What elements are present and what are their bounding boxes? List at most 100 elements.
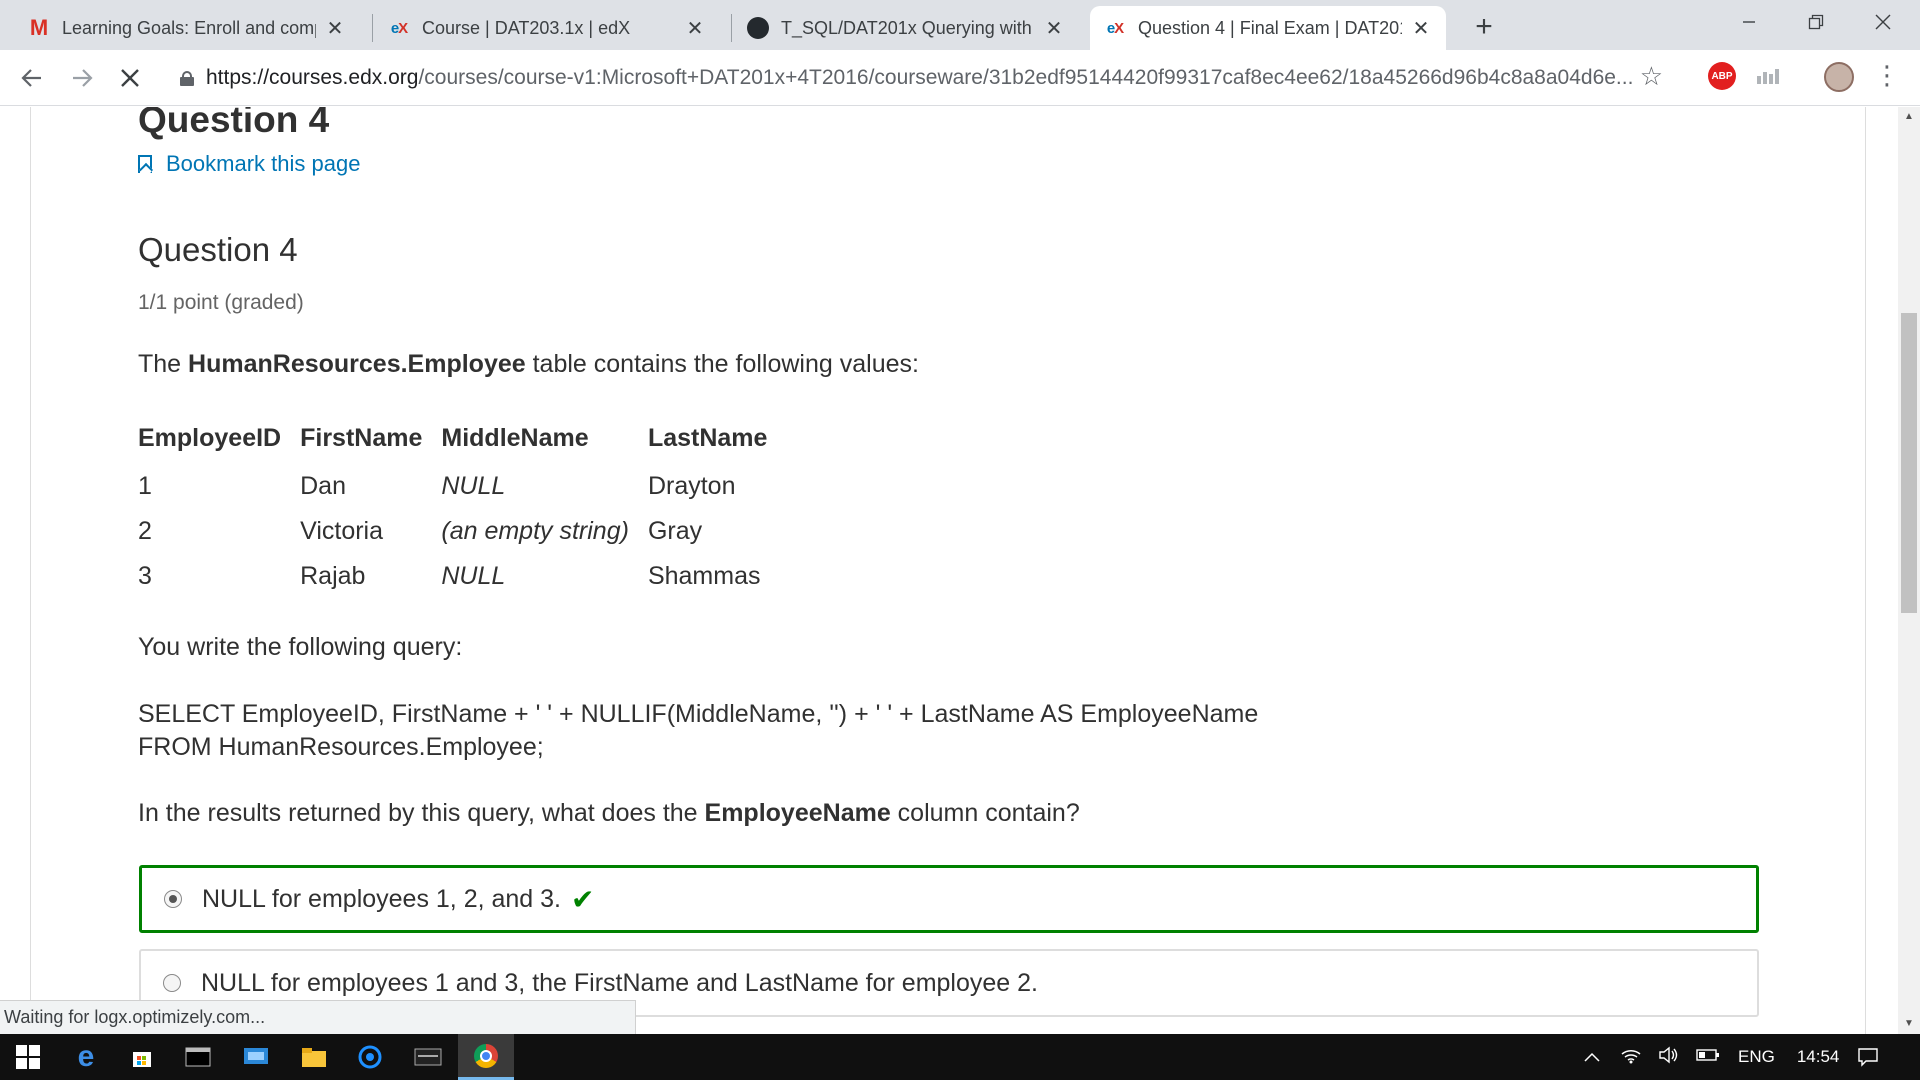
- table-cell: Victoria: [300, 517, 384, 545]
- close-tab-icon[interactable]: ✕: [684, 16, 706, 41]
- taskbar-chrome[interactable]: [458, 1034, 514, 1080]
- table-cell: NULL: [441, 562, 506, 590]
- extension-icon[interactable]: [1755, 66, 1781, 86]
- query-intro: You write the following query:: [138, 633, 463, 661]
- tab-github[interactable]: T_SQL/DAT201x Querying with Tr ✕: [733, 6, 1079, 50]
- tab-divider: [731, 14, 732, 42]
- unit-title: Question 4: [138, 107, 330, 140]
- stop-icon: [121, 69, 139, 87]
- problem-progress: 1/1 point (graded): [138, 291, 304, 314]
- tab-course[interactable]: eX Course | DAT203.1x | edX ✕: [374, 6, 720, 50]
- employee-table: EmployeeID FirstName MiddleName LastName…: [138, 412, 786, 599]
- start-button[interactable]: [0, 1034, 56, 1080]
- close-window-button[interactable]: [1850, 0, 1916, 44]
- tab-divider: [372, 14, 373, 42]
- table-cell: Drayton: [647, 472, 736, 500]
- lock-icon: [180, 71, 194, 86]
- tab-strip: M Learning Goals: Enroll and compl ✕ eX …: [0, 0, 1920, 50]
- column-header: FirstName: [300, 423, 423, 452]
- action-center-button[interactable]: [1842, 1034, 1894, 1080]
- github-icon: [747, 17, 769, 39]
- scroll-up-arrow-icon[interactable]: ▲: [1898, 107, 1920, 127]
- scroll-down-arrow-icon[interactable]: ▼: [1898, 1014, 1920, 1034]
- table-header-row: EmployeeID FirstName MiddleName LastName: [138, 412, 786, 464]
- table-cell: Shammas: [647, 562, 761, 590]
- taskbar-store[interactable]: [114, 1034, 170, 1080]
- table-cell: Gray: [647, 517, 703, 545]
- adblock-plus-icon[interactable]: ABP: [1708, 62, 1736, 90]
- table-cell: 2: [138, 517, 152, 545]
- stop-loading-button[interactable]: [112, 60, 148, 96]
- query-line: SELECT EmployeeID, FirstName + ' ' + NUL…: [138, 700, 1259, 728]
- restore-button[interactable]: [1783, 0, 1849, 44]
- profile-avatar[interactable]: [1824, 62, 1854, 92]
- tab-question-4[interactable]: eX Question 4 | Final Exam | DAT201 ✕: [1090, 6, 1446, 50]
- close-tab-icon[interactable]: ✕: [1410, 16, 1432, 41]
- new-tab-button[interactable]: +: [1466, 10, 1502, 46]
- gmail-icon: M: [29, 15, 49, 40]
- taskbar-file-explorer[interactable]: [286, 1034, 342, 1080]
- column-header: LastName: [647, 423, 768, 452]
- notification-icon: [1858, 1048, 1878, 1067]
- volume-icon[interactable]: [1658, 1046, 1680, 1069]
- screen: M Learning Goals: Enroll and compl ✕ eX …: [0, 0, 1920, 1080]
- chevron-up-icon[interactable]: [1584, 1047, 1600, 1067]
- answer-choice-1[interactable]: NULL for employees 1, 2, and 3. ✔: [139, 865, 1759, 933]
- bookmark-star-icon[interactable]: ☆: [1640, 61, 1663, 92]
- system-tray: ENG 14:54: [1584, 1034, 1839, 1080]
- table-cell: 3: [138, 562, 152, 590]
- close-tab-icon[interactable]: ✕: [324, 16, 346, 41]
- bookmark-button[interactable]: Bookmark this page: [138, 151, 360, 177]
- terminal-icon: [185, 1047, 211, 1067]
- taskbar-remote-desktop[interactable]: [228, 1034, 284, 1080]
- question-text: In the results returned by this query, w…: [138, 799, 1080, 827]
- sql-query: SELECT EmployeeID, FirstName + ' ' + NUL…: [138, 698, 1258, 764]
- clock[interactable]: 14:54: [1797, 1047, 1840, 1067]
- taskbar-terminal[interactable]: [170, 1034, 226, 1080]
- table-cell: NULL: [441, 472, 506, 500]
- table-cell: Dan: [300, 472, 346, 500]
- edx-icon: eX: [390, 19, 408, 37]
- edge-icon: e: [77, 1040, 95, 1073]
- taskbar-app[interactable]: [342, 1034, 398, 1080]
- problem-intro: The HumanResources.Employee table contai…: [138, 350, 919, 378]
- tab-title: Learning Goals: Enroll and compl: [62, 17, 316, 38]
- bookmark-icon: [138, 155, 152, 173]
- taskbar-edge[interactable]: e: [58, 1034, 114, 1080]
- back-arrow-icon: [21, 69, 41, 87]
- back-button[interactable]: [14, 60, 50, 96]
- table-cell: 1: [138, 472, 152, 500]
- address-bar[interactable]: https://courses.edx.org/courses/course-v…: [168, 57, 1663, 99]
- choice-label: NULL for employees 1, 2, and 3.: [202, 884, 561, 913]
- tab-gmail[interactable]: M Learning Goals: Enroll and compl ✕: [14, 6, 360, 50]
- page-scrollbar[interactable]: ▲ ▼: [1898, 107, 1920, 1034]
- bookmark-label: Bookmark this page: [166, 151, 361, 176]
- tab-title: T_SQL/DAT201x Querying with Tr: [781, 17, 1035, 38]
- problem-title: Question 4: [138, 231, 298, 268]
- close-tab-icon[interactable]: ✕: [1043, 16, 1065, 41]
- scroll-thumb[interactable]: [1901, 313, 1917, 613]
- windows-taskbar: e ENG 14:54: [0, 1034, 1920, 1080]
- table-cell: Rajab: [300, 562, 366, 590]
- column-header: EmployeeID: [138, 423, 282, 452]
- table-row: 1 Dan NULL Drayton: [138, 464, 786, 509]
- wifi-icon[interactable]: [1620, 1046, 1642, 1069]
- browser-menu-icon[interactable]: ⋮: [1874, 62, 1900, 92]
- page-viewport: Question 4 Bookmark this page Question 4…: [0, 107, 1898, 1034]
- forward-button[interactable]: [64, 60, 100, 96]
- battery-icon[interactable]: [1696, 1047, 1720, 1067]
- url-text[interactable]: https://courses.edx.org/courses/course-v…: [206, 66, 1633, 90]
- status-bubble: Waiting for logx.optimizely.com...: [0, 1000, 636, 1034]
- language-indicator[interactable]: ENG: [1738, 1047, 1775, 1067]
- choice-label: NULL for employees 1 and 3, the FirstNam…: [201, 968, 1038, 997]
- minimize-button[interactable]: [1716, 0, 1782, 44]
- table-cell: (an empty string): [441, 517, 629, 545]
- radio-button[interactable]: [163, 974, 181, 992]
- query-line: FROM HumanResources.Employee;: [138, 733, 544, 761]
- store-icon: [133, 1052, 151, 1067]
- table-row: 3 Rajab NULL Shammas: [138, 554, 786, 599]
- taskbar-sql-app[interactable]: [400, 1034, 456, 1080]
- checkmark-icon: ✔: [571, 883, 595, 915]
- radio-button[interactable]: [164, 890, 182, 908]
- sql-app-icon: [414, 1048, 442, 1066]
